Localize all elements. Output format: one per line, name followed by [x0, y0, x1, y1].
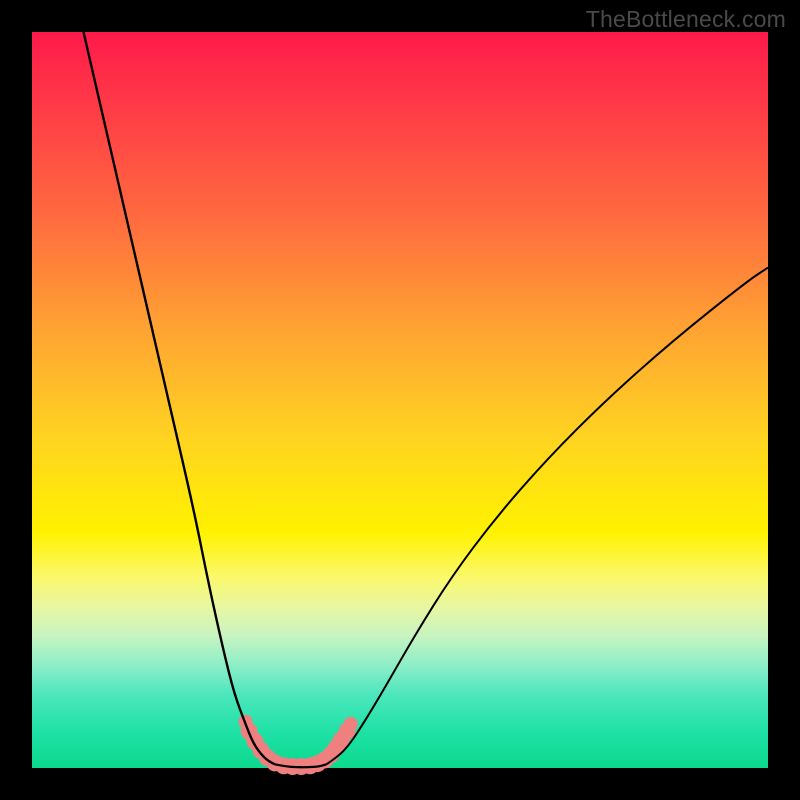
- left-curve: [84, 32, 275, 764]
- watermark-text: TheBottleneck.com: [586, 6, 786, 33]
- curve-layer: [32, 32, 768, 768]
- chart-frame: TheBottleneck.com: [0, 0, 800, 800]
- pink-marker-dot: [344, 717, 358, 731]
- right-curve: [326, 268, 768, 765]
- plot-area: [32, 32, 768, 768]
- pink-markers-group: [238, 715, 357, 775]
